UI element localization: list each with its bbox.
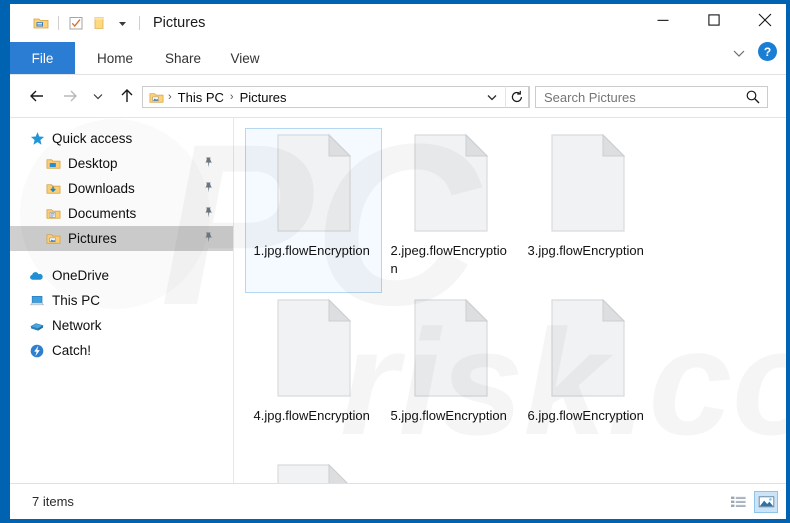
navigation-pane: Quick access Desktop Downloads Documents… (10, 118, 234, 484)
folder-pictures-icon (44, 230, 62, 248)
window-title: Pictures (153, 15, 206, 31)
file-item[interactable]: 2.jpeg.flowEncryption (382, 128, 519, 293)
status-bar: 7 items (10, 483, 786, 519)
back-arrow-icon[interactable] (24, 83, 50, 109)
breadcrumb-separator-2: › (229, 90, 234, 103)
tab-view[interactable]: View (216, 42, 274, 75)
generic-file-icon (413, 133, 489, 233)
navigation-bar: › This PC › Pictures (10, 75, 786, 117)
generic-file-icon (413, 298, 489, 398)
generic-file-icon (276, 298, 352, 398)
sidebar-item-label: Network (52, 318, 102, 333)
navigation-pane-list: Quick access Desktop Downloads Documents… (10, 118, 234, 363)
explorer-window: Pictures File Home Share View ? › This P… (0, 0, 790, 523)
address-dropdown-chevron-down-icon[interactable] (482, 87, 502, 107)
sidebar-item-network[interactable]: Network (10, 313, 234, 338)
file-grid: 1.jpg.flowEncryption 2.jpeg.flowEncryptio… (245, 128, 785, 484)
sidebar-item-label: OneDrive (52, 268, 110, 283)
file-name-label: 2.jpeg.flowEncryption (390, 243, 507, 276)
breadcrumb-separator: › (168, 90, 172, 103)
expand-ribbon-chevron-down-icon[interactable] (726, 40, 752, 66)
file-item[interactable]: 5.jpg.flowEncryption (382, 293, 519, 458)
item-count-label: 7 items (32, 494, 74, 509)
file-list-pane[interactable]: 1.jpg.flowEncryption 2.jpeg.flowEncryptio… (235, 118, 786, 484)
recent-locations-chevron-down-icon[interactable] (88, 83, 108, 109)
pin-icon[interactable] (202, 206, 216, 220)
folder-icon[interactable] (90, 14, 108, 32)
folder-downloads-icon (44, 180, 62, 198)
sidebar-item-downloads[interactable]: Downloads (10, 176, 234, 201)
chevron-down-icon[interactable] (113, 14, 131, 32)
large-icons-view-button[interactable] (754, 491, 778, 513)
sidebar-item-label: Desktop (68, 156, 118, 171)
folder-documents-icon (44, 205, 62, 223)
pin-icon[interactable] (202, 231, 216, 245)
generic-file-icon (276, 133, 352, 233)
sidebar-item-label: Quick access (52, 131, 133, 146)
file-item[interactable]: 3.jpg.flowEncryption (519, 128, 656, 293)
sidebar-item-onedrive[interactable]: OneDrive (10, 263, 234, 288)
refresh-button[interactable] (505, 86, 529, 108)
sidebar-item-label: This PC (52, 293, 101, 308)
ribbon-tab-strip: File Home Share View (10, 42, 786, 75)
folder-pictures-icon (148, 89, 164, 105)
file-item[interactable]: 4.jpg.flowEncryption (245, 293, 382, 458)
file-name-label: 1.jpg.flowEncryption (253, 243, 370, 258)
sidebar-item-label: Documents (68, 206, 137, 221)
qat-separator-2 (139, 16, 140, 30)
forward-arrow-icon[interactable] (57, 83, 83, 109)
file-item[interactable]: 6.jpg.flowEncryption (519, 293, 656, 458)
file-item[interactable]: 1.jpg.flowEncryption (245, 128, 382, 293)
pin-icon[interactable] (202, 181, 216, 195)
title-bar: Pictures (10, 4, 786, 42)
pin-icon[interactable] (202, 156, 216, 170)
computer-icon (28, 292, 46, 310)
folder-properties-icon[interactable] (32, 14, 50, 32)
search-input[interactable] (544, 89, 734, 105)
file-name-label: 4.jpg.flowEncryption (253, 408, 370, 423)
sidebar-item-quick-access[interactable]: Quick access (10, 126, 234, 151)
sidebar-item-label: Catch! (52, 343, 92, 358)
checkbox-icon[interactable] (67, 14, 85, 32)
catch-icon (28, 342, 46, 360)
tab-file[interactable]: File (10, 42, 75, 75)
generic-file-icon (550, 298, 626, 398)
breadcrumb-pictures[interactable]: Pictures (238, 90, 289, 105)
qat-separator (58, 16, 59, 30)
sidebar-item-label: Downloads (68, 181, 135, 196)
file-name-label: 6.jpg.flowEncryption (527, 408, 644, 423)
up-arrow-icon[interactable] (114, 83, 140, 109)
window-client-area: Pictures File Home Share View ? › This P… (10, 4, 786, 519)
folder-desktop-icon (44, 155, 62, 173)
close-button[interactable] (742, 4, 786, 36)
tab-home[interactable]: Home (84, 42, 146, 75)
file-name-label: 3.jpg.flowEncryption (527, 243, 644, 258)
sidebar-item-desktop[interactable]: Desktop (10, 151, 234, 176)
details-view-button[interactable] (726, 491, 750, 513)
breadcrumb-this-pc[interactable]: This PC (176, 90, 226, 105)
cloud-icon (28, 267, 46, 285)
sidebar-item-documents[interactable]: Documents (10, 201, 234, 226)
maximize-button[interactable] (691, 4, 737, 36)
sidebar-item-catch[interactable]: Catch! (10, 338, 234, 363)
star-icon (28, 130, 46, 148)
explorer-body: Quick access Desktop Downloads Documents… (10, 117, 786, 484)
generic-file-icon (550, 133, 626, 233)
minimize-button[interactable] (640, 4, 686, 36)
search-icon[interactable] (745, 89, 761, 105)
generic-file-icon (276, 463, 352, 484)
address-bar[interactable]: › This PC › Pictures (142, 86, 530, 108)
sidebar-item-pictures[interactable]: Pictures (10, 226, 234, 251)
sidebar-divider (233, 118, 234, 484)
file-name-label: 5.jpg.flowEncryption (390, 408, 507, 423)
help-button[interactable]: ? (758, 42, 777, 61)
sidebar-item-this-pc[interactable]: This PC (10, 288, 234, 313)
network-icon (28, 317, 46, 335)
search-box[interactable] (535, 86, 768, 108)
quick-access-toolbar (32, 13, 143, 33)
file-item[interactable]: desktop.ini.flowEncryption (245, 458, 382, 484)
sidebar-item-label: Pictures (68, 231, 117, 246)
tab-share[interactable]: Share (152, 42, 214, 75)
